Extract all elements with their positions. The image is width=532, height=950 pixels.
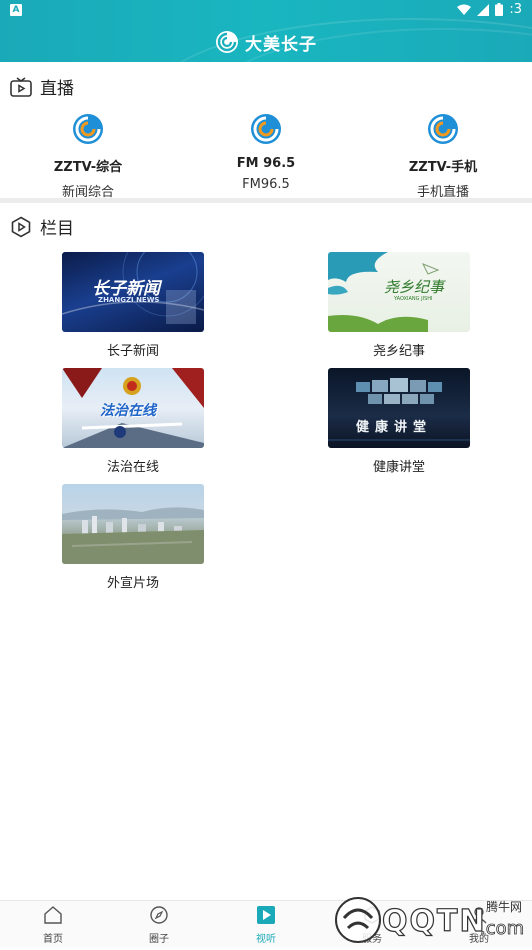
tab-label: 首页 <box>43 934 63 945</box>
column-item-law-online[interactable]: 法治在线 法治在线 <box>62 368 204 475</box>
live-channel-fm965[interactable]: FM 96.5 FM96.5 <box>196 112 336 192</box>
thumbnail-subtitle: YAOXIANG JISHI <box>394 296 433 302</box>
battery-icon <box>495 3 504 16</box>
app-header: A :3 大美长子 <box>0 0 532 62</box>
tab-label: 视听 <box>256 934 276 945</box>
thumbnail-subtitle: ZHANGZI NEWS <box>98 296 160 304</box>
status-time: :3 <box>509 2 522 17</box>
live-channel-zztv-mobile[interactable]: ZZTV-手机 手机直播 <box>373 112 513 200</box>
column-item-promo-footage[interactable]: 外宣片场 <box>62 484 204 591</box>
thumbnail-graphic <box>328 378 470 441</box>
notification-icon: A <box>10 4 22 16</box>
column-label: 长子新闻 <box>106 344 159 359</box>
site-watermark: 腾牛网 QQTN .com <box>330 888 530 946</box>
thumbnail-title: 尧乡纪事 <box>384 278 445 296</box>
channel-logo-icon <box>72 113 104 145</box>
live-section-header: 直播 <box>10 74 74 99</box>
column-label: 外宣片场 <box>106 576 159 591</box>
app-logo-icon <box>216 31 238 53</box>
signal-icon <box>477 3 490 16</box>
thumbnail-graphic <box>62 507 204 564</box>
home-icon <box>44 906 62 924</box>
column-section-title: 栏目 <box>40 219 74 239</box>
column-item-yaoxiang-chronicle[interactable]: 尧乡纪事 YAOXIANG JISHI 尧乡纪事 <box>328 252 470 359</box>
column-item-zhangzi-news[interactable]: 长子新闻 ZHANGZI NEWS 长子新闻 <box>62 252 204 359</box>
live-section-title: 直播 <box>40 79 74 99</box>
column-item-health-lecture[interactable]: 健康讲堂 健康讲堂 <box>328 368 470 475</box>
tab-home[interactable]: 首页 <box>13 905 93 945</box>
live-channel-name: FM 96.5 <box>236 156 296 171</box>
status-bar: A :3 <box>0 0 532 22</box>
live-channel-name: ZZTV-手机 <box>408 160 478 175</box>
channel-logo-icon <box>427 113 459 145</box>
thumbnail-title: 健康讲堂 <box>356 420 433 435</box>
play-hexagon-icon <box>11 216 31 237</box>
live-channel-zztv-general[interactable]: ZZTV-综合 新闻综合 <box>18 112 158 200</box>
live-channel-sub: FM96.5 <box>242 177 290 192</box>
column-label: 法治在线 <box>106 460 159 475</box>
column-thumbnail: 长子新闻 ZHANGZI NEWS <box>62 252 204 332</box>
watermark-text: QQTN <box>381 903 487 939</box>
thumbnail-title: 法治在线 <box>100 403 156 419</box>
compass-icon <box>150 906 168 924</box>
column-thumbnail: 健康讲堂 <box>328 368 470 448</box>
column-label: 尧乡纪事 <box>372 344 425 359</box>
tv-icon <box>10 76 32 97</box>
column-thumbnail: 尧乡纪事 YAOXIANG JISHI <box>328 252 470 332</box>
tab-media[interactable]: 视听 <box>226 905 306 945</box>
tab-label: 圈子 <box>149 934 169 945</box>
column-section-header: 栏目 <box>10 214 74 239</box>
column-label: 健康讲堂 <box>372 460 425 475</box>
column-thumbnail: 法治在线 <box>62 368 204 448</box>
play-icon <box>257 906 275 924</box>
watermark-text: .com <box>480 918 525 940</box>
section-divider <box>0 198 532 203</box>
watermark-text: 腾牛网 <box>486 900 523 914</box>
app-title: 大美长子 <box>245 34 317 55</box>
column-thumbnail <box>62 484 204 564</box>
live-channel-name: ZZTV-综合 <box>53 160 123 175</box>
channel-logo-icon <box>250 113 282 145</box>
wifi-icon <box>457 4 472 15</box>
tab-circle[interactable]: 圈子 <box>119 905 199 945</box>
